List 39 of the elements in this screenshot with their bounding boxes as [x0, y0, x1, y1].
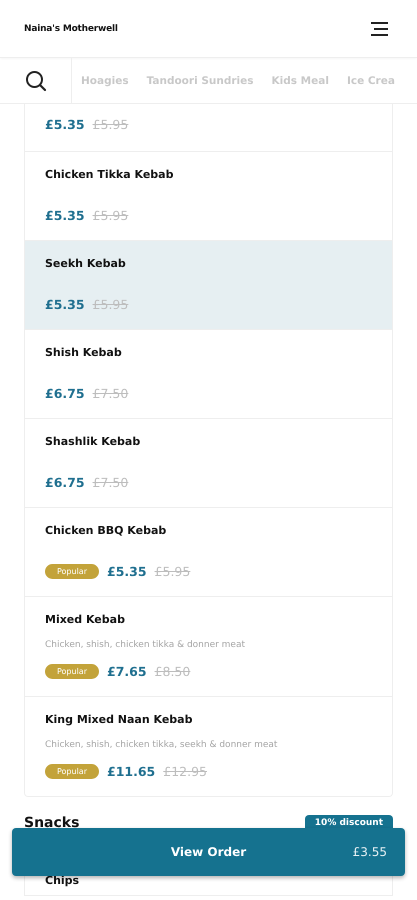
item-price: £7.65	[107, 664, 147, 679]
view-order-button[interactable]: View Order £3.55	[12, 828, 405, 876]
popular-badge: Popular	[45, 664, 99, 679]
item-name: Shish Kebab	[45, 346, 123, 359]
menu-item[interactable]: Shashlik Kebab £6.75 £7.50	[25, 419, 392, 508]
item-price: £11.65	[107, 764, 156, 779]
menu-item[interactable]: £5.35 £5.95	[25, 104, 392, 152]
old-price: £12.95	[163, 764, 207, 779]
popular-badge: Popular	[45, 764, 99, 779]
popular-badge: Popular	[45, 564, 99, 579]
old-price: £5.95	[154, 564, 190, 579]
menu-item[interactable]: Mixed Kebab Chicken, shish, chicken tikka & donner meat Popular £7.65 £8.50	[25, 597, 392, 697]
item-price: £6.75	[45, 386, 85, 401]
item-name: Mixed Kebab	[45, 613, 126, 626]
item-name: Chicken Tikka Kebab	[45, 168, 174, 181]
restaurant-name: Naina's Motherwell	[24, 24, 118, 34]
section-title: Snacks	[24, 815, 80, 831]
item-name: Chicken BBQ Kebab	[45, 524, 168, 537]
item-name: King Mixed Naan Kebab	[45, 713, 194, 726]
menu-item[interactable]: King Mixed Naan Kebab Chicken, shish, chicken tikka, seekh & donner meat Popular £11.65 £12.95	[25, 697, 392, 796]
menu-item[interactable]: Chicken BBQ Kebab Popular £5.35 £5.95	[25, 508, 392, 597]
item-price: £5.35	[45, 208, 85, 223]
item-name: Seekh Kebab	[45, 257, 127, 270]
old-price: £5.95	[92, 208, 128, 223]
old-price: £8.50	[154, 664, 190, 679]
item-name: Chips	[45, 874, 80, 887]
item-name: Shashlik Kebab	[45, 435, 142, 448]
item-description: Chicken, shish, chicken tikka & donner meat	[45, 640, 246, 650]
old-price: £7.50	[92, 475, 128, 490]
item-price: £5.35	[45, 117, 85, 132]
item-price: £5.35	[45, 297, 85, 312]
item-price: £5.35	[107, 564, 147, 579]
item-price: £6.75	[45, 475, 85, 490]
menu-item[interactable]: Shish Kebab £6.75 £7.50	[25, 330, 392, 419]
menu-icon[interactable]	[371, 22, 389, 36]
item-description: Chicken, shish, chicken tikka, seekh & donner meat	[45, 740, 278, 750]
old-price: £7.50	[92, 386, 128, 401]
old-price: £5.95	[92, 117, 128, 132]
order-total: £3.55	[352, 845, 387, 859]
